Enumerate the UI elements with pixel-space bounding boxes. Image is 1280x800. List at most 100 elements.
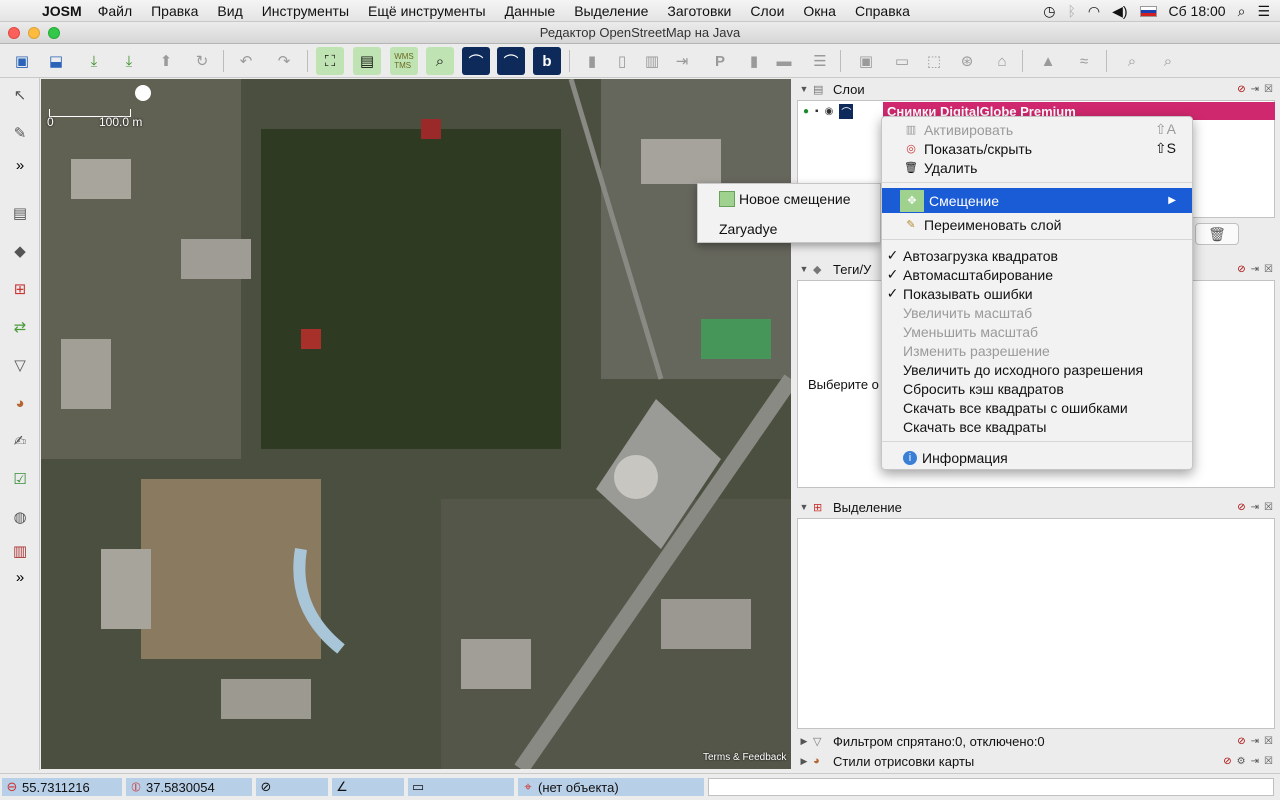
- preset-industrial-icon[interactable]: ⌂: [988, 47, 1016, 75]
- notification-center-icon[interactable]: ☰: [1257, 3, 1270, 20]
- menu-more-tools[interactable]: Ещё инструменты: [368, 3, 486, 19]
- undo-icon[interactable]: ↶: [232, 47, 260, 75]
- close-panel-icon[interactable]: ☒: [1264, 756, 1273, 767]
- upload-icon[interactable]: ⬆: [152, 47, 180, 75]
- show-errors-menu-item[interactable]: ✓ Показывать ошибки: [882, 284, 1192, 303]
- preset-atm-icon[interactable]: ▣: [852, 47, 880, 75]
- tags-toggle-icon[interactable]: ◆: [7, 238, 33, 264]
- help-icon[interactable]: ⊘: [1223, 756, 1231, 767]
- preset-wall-icon[interactable]: ▮: [578, 47, 606, 75]
- map-view[interactable]: 0 100.0 m Terms & Feedback: [41, 79, 791, 769]
- detach-icon[interactable]: ⇥: [1251, 264, 1259, 275]
- toggle-visibility-menu-item[interactable]: ◎ Показать/скрыть ⇧S: [882, 139, 1192, 158]
- menu-windows[interactable]: Окна: [803, 3, 836, 19]
- menu-file[interactable]: Файл: [98, 3, 132, 19]
- zoom-to-selection-icon[interactable]: ▤: [353, 47, 381, 75]
- bluetooth-icon[interactable]: ᛒ: [1067, 3, 1075, 19]
- close-panel-icon[interactable]: ☒: [1264, 84, 1273, 95]
- preset-bus-icon[interactable]: ▭: [888, 47, 916, 75]
- delete-menu-item[interactable]: 🗑 Удалить: [882, 158, 1192, 177]
- menu-presets[interactable]: Заготовки: [667, 3, 731, 19]
- preset-sports-icon[interactable]: ⊛: [953, 47, 981, 75]
- redo-icon[interactable]: ↷: [270, 47, 298, 75]
- settings-icon[interactable]: ⚙: [1237, 756, 1246, 767]
- menu-tools[interactable]: Инструменты: [262, 3, 349, 19]
- zoom-to-data-icon[interactable]: ⛶: [316, 47, 344, 75]
- activate-menu-item[interactable]: ▥ Активировать ⇧A: [882, 120, 1192, 139]
- selection-list[interactable]: [797, 518, 1275, 729]
- preset-building-icon[interactable]: ▬: [770, 47, 798, 75]
- more-tools-icon[interactable]: »: [7, 152, 33, 178]
- menu-edit[interactable]: Правка: [151, 3, 198, 19]
- delete-layer-button[interactable]: 🗑: [1195, 223, 1239, 245]
- preset-shop-icon[interactable]: ⬚: [920, 47, 948, 75]
- menu-app-name[interactable]: JOSM: [42, 3, 82, 19]
- preset-gate-icon[interactable]: ▯: [608, 47, 636, 75]
- close-panel-icon[interactable]: ☒: [1264, 264, 1273, 275]
- collapse-arrow-icon[interactable]: ▼: [795, 502, 813, 512]
- preset-mountain-icon[interactable]: ▲: [1034, 47, 1062, 75]
- time-machine-icon[interactable]: ◷: [1043, 3, 1055, 20]
- active-check-icon[interactable]: ●: [803, 106, 809, 117]
- zoom-native-menu-item[interactable]: Увеличить до исходного разрешения: [882, 360, 1192, 379]
- autoload-tiles-menu-item[interactable]: ✓ Автозагрузка квадратов: [882, 246, 1192, 265]
- relations-toggle-icon[interactable]: ⊞: [7, 276, 33, 302]
- expand-arrow-icon[interactable]: ▶: [795, 736, 813, 747]
- layers-toggle-icon[interactable]: ▤: [7, 200, 33, 226]
- detach-icon[interactable]: ⇥: [1251, 736, 1259, 747]
- map-styles-toggle-icon[interactable]: ◕: [7, 390, 33, 416]
- styles-panel-header[interactable]: ▶ ◕ Стили отрисовки карты ⊘ ⚙ ⇥ ☒: [795, 751, 1277, 771]
- rename-layer-menu-item[interactable]: ✎ Переименовать слой: [882, 215, 1192, 234]
- spotlight-icon[interactable]: ⌕: [1238, 3, 1246, 20]
- more-toggles-icon[interactable]: »: [7, 564, 33, 590]
- download-icon[interactable]: ⤓: [80, 47, 108, 75]
- menu-help[interactable]: Справка: [855, 3, 910, 19]
- download-error-tiles-menu-item[interactable]: Скачать все квадраты с ошибками: [882, 398, 1192, 417]
- preset-entrance-icon[interactable]: ⇥: [668, 47, 696, 75]
- collapse-arrow-icon[interactable]: ▼: [795, 264, 813, 274]
- validator-toggle-icon[interactable]: ☑: [7, 466, 33, 492]
- preset-lamp-icon[interactable]: ▮: [740, 47, 768, 75]
- visibility-eye-icon[interactable]: ◉: [825, 106, 834, 117]
- menu-data[interactable]: Данные: [505, 3, 556, 19]
- filter-panel-header[interactable]: ▶ ▽ Фильтром спрятано:0, отключено:0 ⊘ ⇥…: [795, 731, 1277, 751]
- preset-railway-icon[interactable]: ☰: [806, 47, 834, 75]
- save-icon[interactable]: ⬓: [42, 47, 70, 75]
- preset-parking-icon[interactable]: P: [706, 47, 734, 75]
- preset-search-alt-icon[interactable]: ⌕: [1154, 47, 1182, 75]
- flush-cache-menu-item[interactable]: Сбросить кэш квадратов: [882, 379, 1192, 398]
- information-menu-item[interactable]: i Информация: [882, 448, 1192, 467]
- imagery-bing-aerial-icon[interactable]: ⌒: [462, 47, 490, 75]
- change-resolution-menu-item[interactable]: Изменить разрешение: [882, 341, 1192, 360]
- minimize-window-button[interactable]: [28, 27, 40, 39]
- help-icon[interactable]: ⊘: [1237, 502, 1245, 513]
- new-offset-item[interactable]: Новое смещение: [698, 186, 880, 212]
- imagery-terms-link[interactable]: Terms & Feedback: [703, 752, 786, 763]
- close-window-button[interactable]: [8, 27, 20, 39]
- filter-toggle-icon[interactable]: ▽: [7, 352, 33, 378]
- notes-toggle-icon[interactable]: ✍: [7, 428, 33, 454]
- changesets-toggle-icon[interactable]: ▥: [7, 538, 33, 564]
- detach-icon[interactable]: ⇥: [1251, 756, 1259, 767]
- close-panel-icon[interactable]: ☒: [1264, 502, 1273, 513]
- layers-panel-header[interactable]: ▼ ▤ Слои ⊘ ⇥ ☒: [795, 79, 1277, 99]
- menu-selection[interactable]: Выделение: [574, 3, 648, 19]
- preset-road-icon[interactable]: ≈: [1070, 47, 1098, 75]
- preset-barrier-icon[interactable]: ▥: [638, 47, 666, 75]
- help-icon[interactable]: ⊘: [1237, 264, 1245, 275]
- detach-icon[interactable]: ⇥: [1251, 84, 1259, 95]
- collapse-arrow-icon[interactable]: ▼: [795, 84, 813, 94]
- history-toggle-icon[interactable]: ◍: [7, 504, 33, 530]
- close-panel-icon[interactable]: ☒: [1264, 736, 1273, 747]
- wms-tms-button[interactable]: WMS TMS: [390, 47, 418, 75]
- search-icon[interactable]: ⌕: [426, 47, 454, 75]
- help-icon[interactable]: ⊘: [1237, 84, 1245, 95]
- zoom-slider-knob[interactable]: [135, 85, 151, 101]
- zoom-in-menu-item[interactable]: Увеличить масштаб: [882, 303, 1192, 322]
- fullscreen-window-button[interactable]: [48, 27, 60, 39]
- refresh-icon[interactable]: ↻: [188, 47, 216, 75]
- open-file-icon[interactable]: ▣: [8, 47, 36, 75]
- zaryadye-offset-item[interactable]: Zaryadye: [698, 216, 880, 242]
- help-icon[interactable]: ⊘: [1237, 736, 1245, 747]
- menubar-clock[interactable]: Сб 18:00: [1169, 3, 1226, 19]
